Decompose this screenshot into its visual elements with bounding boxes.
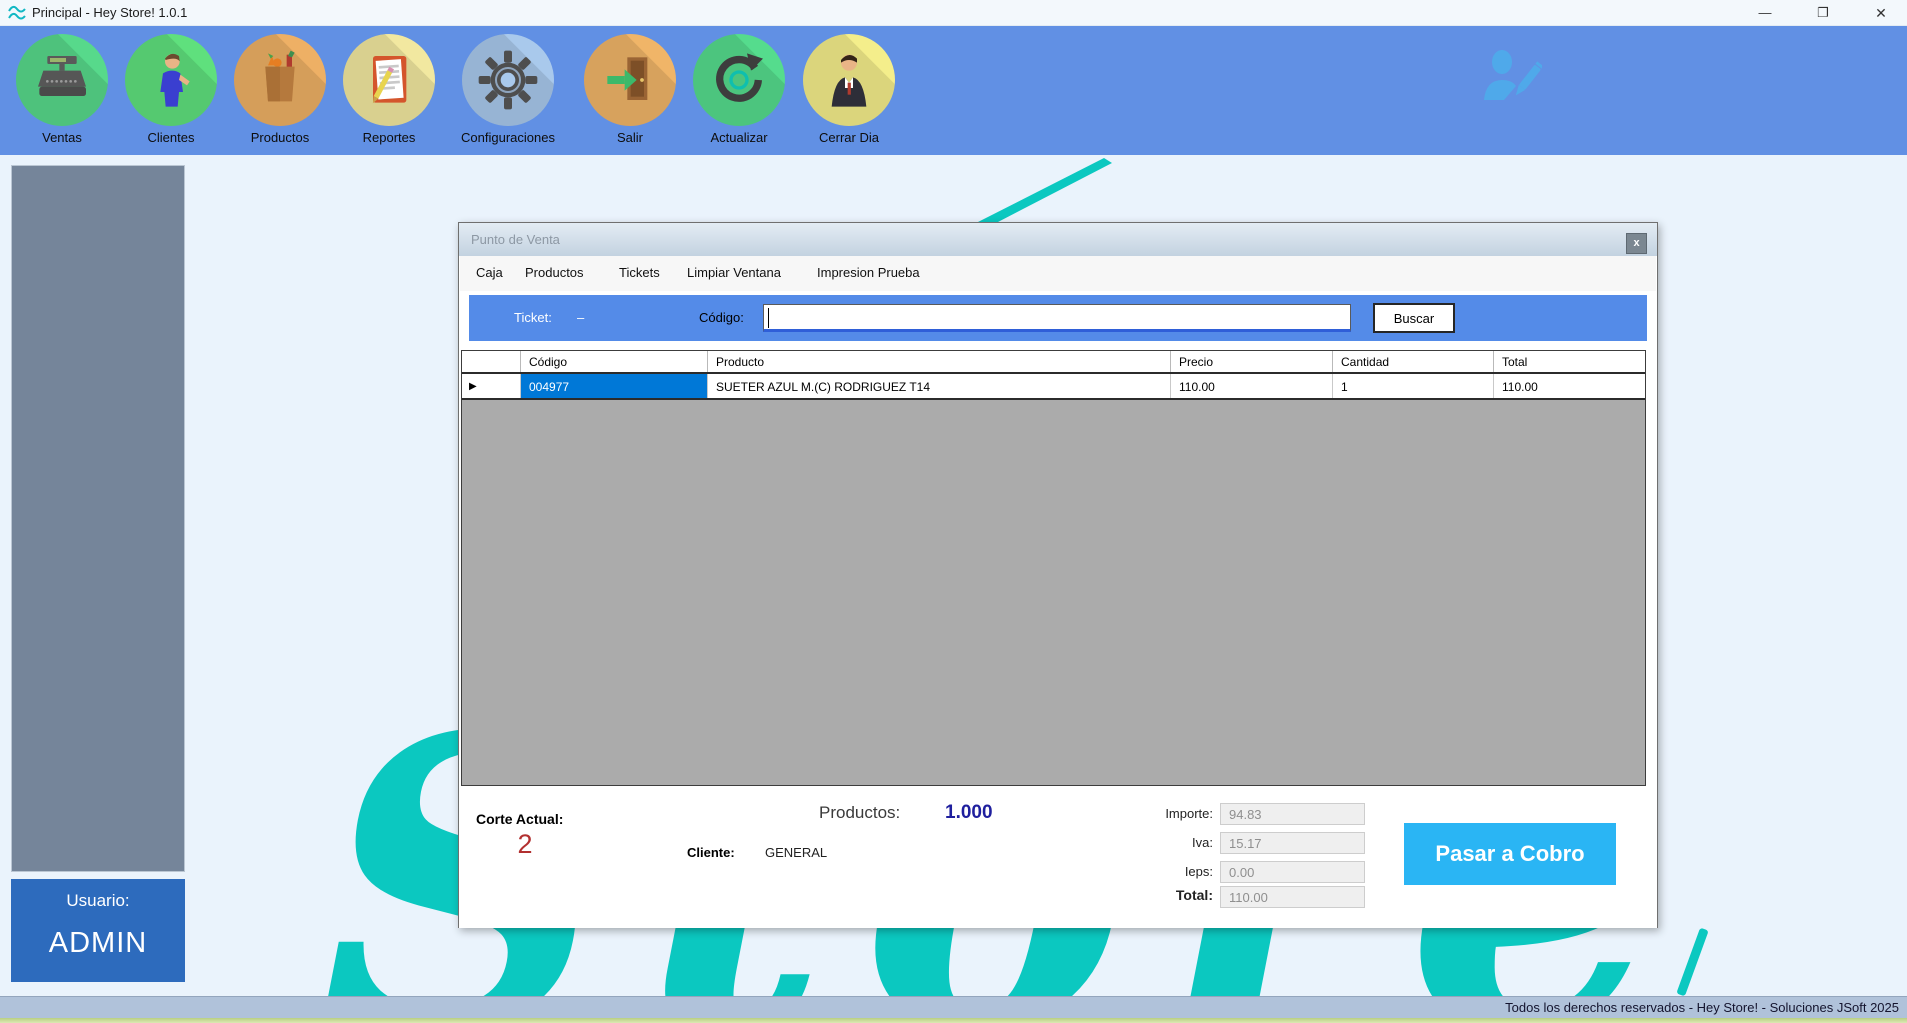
grocery-bag-icon <box>234 34 326 126</box>
toolbar-label-cerrar-dia: Cerrar Dia <box>794 130 904 145</box>
codigo-label: Código: <box>699 310 744 325</box>
products-table: Código Producto Precio Cantidad Total ▶ … <box>461 350 1646 786</box>
menu-productos[interactable]: Productos <box>525 265 584 280</box>
search-bar: Ticket: – Código: Buscar <box>469 295 1647 341</box>
cliente-label: Cliente: <box>687 845 735 860</box>
toolbar-item-productos[interactable]: Productos <box>225 34 335 145</box>
ieps-field: 0.00 <box>1220 861 1365 883</box>
toolbar-label-actualizar: Actualizar <box>684 130 794 145</box>
importe-label: Importe: <box>1099 806 1213 821</box>
header-cantidad: Cantidad <box>1333 351 1494 372</box>
header-codigo: Código <box>521 351 708 372</box>
cash-register-icon <box>16 34 108 126</box>
codigo-input[interactable] <box>763 304 1351 332</box>
buscar-button[interactable]: Buscar <box>1373 303 1455 333</box>
corte-actual-value: 2 <box>503 829 547 860</box>
toolbar-item-actualizar[interactable]: Actualizar <box>684 34 794 145</box>
toolbar-item-salir[interactable]: Salir <box>575 34 685 145</box>
menu-caja[interactable]: Caja <box>476 265 503 280</box>
header-producto: Producto <box>708 351 1171 372</box>
user-name: ADMIN <box>11 927 185 960</box>
toolbar-label-ventas: Ventas <box>7 130 117 145</box>
exit-door-icon <box>584 34 676 126</box>
status-bar: Todos los derechos reservados - Hey Stor… <box>0 996 1907 1018</box>
total-label: Total: <box>1099 887 1213 903</box>
refresh-icon <box>693 34 785 126</box>
iva-field: 15.17 <box>1220 832 1365 854</box>
ieps-label: Ieps: <box>1099 864 1213 879</box>
row-producto-cell[interactable]: SUETER AZUL M.(C) RODRIGUEZ T14 <box>708 374 1171 398</box>
productos-count-label: Productos: <box>819 803 900 823</box>
minimize-button[interactable]: — <box>1742 0 1788 26</box>
header-precio: Precio <box>1171 351 1333 372</box>
row-precio-cell[interactable]: 110.00 <box>1171 374 1333 398</box>
ticket-label: Ticket: <box>514 310 552 325</box>
table-empty-area <box>462 400 1645 785</box>
sidebar-panel <box>11 165 185 872</box>
pos-footer: Corte Actual: 2 Productos: 1.000 Cliente… <box>459 786 1657 928</box>
importe-field: 94.83 <box>1220 803 1365 825</box>
pos-titlebar[interactable]: Punto de Venta x <box>459 223 1657 256</box>
background-brand-stroke <box>950 157 1170 223</box>
main-toolbar: Ventas Clientes <box>0 26 1907 155</box>
user-box: Usuario: ADMIN <box>11 879 185 982</box>
businessman-icon <box>803 34 895 126</box>
window-title: Principal - Hey Store! 1.0.1 <box>32 5 187 20</box>
row-cantidad-cell[interactable]: 1 <box>1333 374 1494 398</box>
close-button[interactable]: ✕ <box>1858 0 1904 26</box>
toolbar-item-clientes[interactable]: Clientes <box>116 34 226 145</box>
iva-label: Iva: <box>1099 835 1213 850</box>
toolbar-item-ventas[interactable]: Ventas <box>7 34 117 145</box>
productos-count-value: 1.000 <box>945 802 993 824</box>
toolbar-label-configuraciones: Configuraciones <box>453 130 563 145</box>
header-total: Total <box>1494 351 1645 372</box>
pos-window-title: Punto de Venta <box>471 232 560 247</box>
ticket-value: – <box>577 310 584 325</box>
restore-button[interactable]: ❐ <box>1800 0 1846 26</box>
toolbar-label-productos: Productos <box>225 130 335 145</box>
copyright-text: Todos los derechos reservados - Hey Stor… <box>1505 1000 1899 1015</box>
menu-tickets[interactable]: Tickets <box>619 265 660 280</box>
row-total-cell[interactable]: 110.00 <box>1494 374 1645 398</box>
header-selector <box>462 351 521 372</box>
bottom-edge-strip <box>0 1018 1907 1023</box>
app-logo-icon <box>7 3 27 23</box>
gear-icon <box>462 34 554 126</box>
pos-window: Punto de Venta x Caja Productos Tickets … <box>458 222 1658 928</box>
row-codigo-cell[interactable]: 004977 <box>521 374 708 398</box>
pasar-a-cobro-button[interactable]: Pasar a Cobro <box>1404 823 1616 885</box>
customer-icon <box>125 34 217 126</box>
os-titlebar: Principal - Hey Store! 1.0.1 — ❐ ✕ <box>0 0 1907 26</box>
text-caret <box>768 308 769 328</box>
toolbar-item-reportes[interactable]: Reportes <box>334 34 444 145</box>
user-edit-icon <box>1478 48 1542 108</box>
desktop-area: Store Usuario: ADMIN Punto de Venta x Ca… <box>0 155 1907 996</box>
pos-close-button[interactable]: x <box>1626 233 1647 254</box>
toolbar-item-cerrar-dia[interactable]: Cerrar Dia <box>794 34 904 145</box>
clipboard-report-icon <box>343 34 435 126</box>
total-field: 110.00 <box>1220 886 1365 908</box>
table-header-row: Código Producto Precio Cantidad Total <box>462 351 1645 374</box>
pos-menubar: Caja Productos Tickets Limpiar Ventana I… <box>460 256 1656 291</box>
table-row[interactable]: ▶ 004977 SUETER AZUL M.(C) RODRIGUEZ T14… <box>462 374 1645 400</box>
user-label: Usuario: <box>11 891 185 911</box>
menu-impresion-prueba[interactable]: Impresion Prueba <box>817 265 920 280</box>
cliente-value: GENERAL <box>765 845 827 860</box>
toolbar-label-salir: Salir <box>575 130 685 145</box>
toolbar-label-clientes: Clientes <box>116 130 226 145</box>
corte-actual-label: Corte Actual: <box>476 811 563 827</box>
toolbar-item-configuraciones[interactable]: Configuraciones <box>453 34 563 145</box>
row-selector-arrow[interactable]: ▶ <box>462 374 521 398</box>
screen: Principal - Hey Store! 1.0.1 — ❐ ✕ Venta… <box>0 0 1907 1023</box>
menu-limpiar-ventana[interactable]: Limpiar Ventana <box>687 265 781 280</box>
toolbar-label-reportes: Reportes <box>334 130 444 145</box>
